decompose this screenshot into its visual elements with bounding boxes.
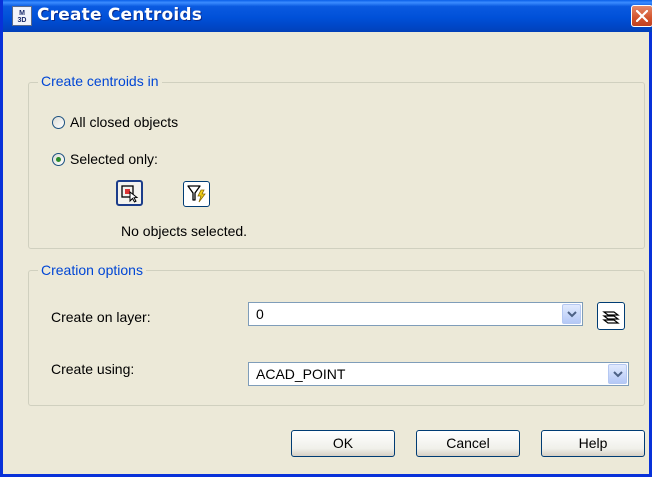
dialog-window: M 3D Create Centroids Create centroids i… [0,0,652,477]
create-using-label: Create using: [51,361,135,377]
radio-all-closed-objects-label: All closed objects [70,114,179,130]
create-centroids-in-legend: Create centroids in [38,73,162,89]
selection-status-text: No objects selected. [121,223,248,239]
creation-options-legend: Creation options [38,262,146,278]
filter-icon [187,185,206,203]
create-using-dropdown-button[interactable] [608,364,627,384]
quick-select-filter-button[interactable] [183,181,210,207]
svg-text:M: M [19,10,25,17]
chevron-down-icon [567,311,577,318]
radio-all-closed-objects[interactable]: All closed objects [52,114,178,130]
radio-selected-only[interactable]: Selected only: [52,151,158,167]
select-objects-icon [121,185,139,203]
radio-all-closed-objects-button[interactable] [52,115,65,129]
close-button[interactable] [631,5,652,27]
layer-dropdown-button[interactable] [562,304,581,324]
window-title: Create Centroids [37,5,203,25]
svg-text:3D: 3D [18,17,27,24]
create-using-select[interactable]: ACAD_POINT [248,362,629,386]
app-icon: M 3D [12,6,32,26]
create-on-layer-label: Create on layer: [51,309,151,325]
chevron-down-icon [613,371,623,378]
cancel-button[interactable]: Cancel [416,430,520,457]
layer-select[interactable]: 0 [248,302,583,326]
help-button[interactable]: Help [541,430,645,457]
title-bar[interactable]: M 3D Create Centroids [3,0,652,32]
layer-manager-button[interactable] [597,302,625,330]
radio-selected-only-button[interactable] [52,152,65,166]
close-icon [636,10,648,22]
ok-button[interactable]: OK [291,430,395,457]
create-using-select-value: ACAD_POINT [256,366,346,382]
layers-icon [602,311,620,324]
select-objects-button[interactable] [116,180,143,206]
layer-select-value: 0 [256,306,264,322]
radio-selected-only-label: Selected only: [70,151,158,167]
